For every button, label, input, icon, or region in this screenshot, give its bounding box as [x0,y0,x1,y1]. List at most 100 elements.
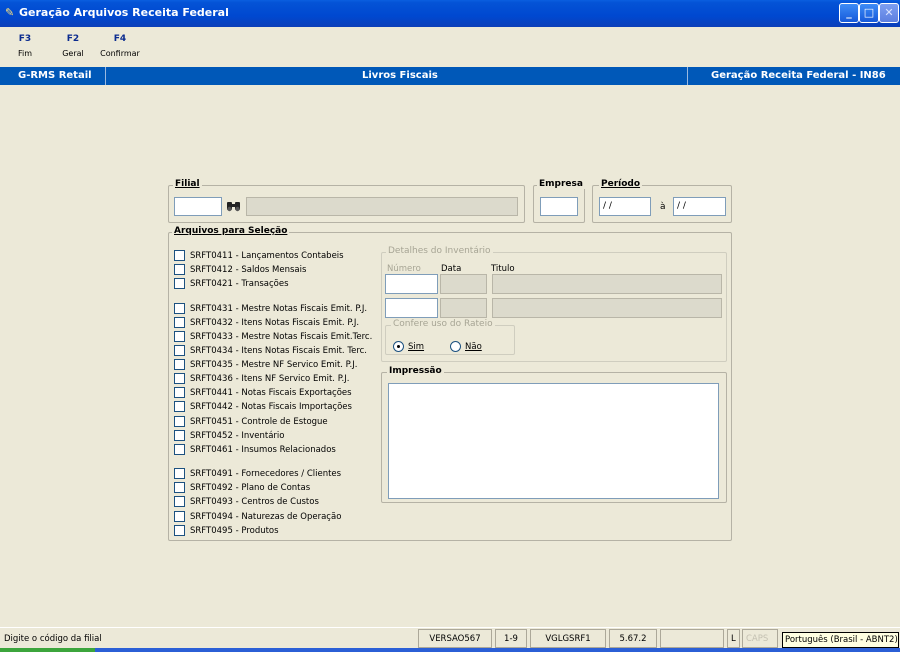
checkbox-srft0461[interactable] [174,444,185,455]
rateio-label: Confere uso do Rateio [391,319,495,329]
inventario-data-1 [440,274,487,294]
module-bar: G-RMS Retail Livros Fiscais Geração Rece… [0,67,900,85]
label-srft0491: SRFT0491 - Fornecedores / Clientes [190,469,342,479]
status-page: 1-9 [495,629,527,648]
f3-label: Fim [17,49,33,58]
maximize-button[interactable]: □ [859,3,879,23]
f4-label: Confirmar [100,49,140,58]
status-message: Digite o código da filial [4,634,102,644]
checkbox-srft0493[interactable] [174,496,185,507]
inventario-numero-2[interactable] [385,298,438,318]
periodo-to-input[interactable]: / / [673,197,726,216]
checkbox-srft0451[interactable] [174,416,185,427]
checkbox-srft0436[interactable] [174,373,185,384]
filial-description-field [246,197,518,216]
label-srft0436: SRFT0436 - Itens NF Servico Emit. P.J. [190,374,350,384]
checkbox-srft0492[interactable] [174,482,185,493]
label-srft0461: SRFT0461 - Insumos Relacionados [190,445,336,455]
label-srft0441: SRFT0441 - Notas Fiscais Exportações [190,388,352,398]
empresa-label: Empresa [537,179,585,189]
module-name: G-RMS Retail [18,70,92,81]
label-srft0432: SRFT0432 - Itens Notas Fiscais Emit. P.J… [190,318,360,328]
periodo-separator: à [660,202,666,212]
checkbox-srft0434[interactable] [174,345,185,356]
status-lock: L [727,629,740,648]
checkbox-srft0441[interactable] [174,387,185,398]
checkbox-srft0421[interactable] [174,278,185,289]
start-button[interactable] [0,648,95,652]
status-caps: CAPS [742,629,778,648]
label-srft0495: SRFT0495 - Produtos [190,526,279,536]
checkbox-srft0411[interactable] [174,250,185,261]
label-srft0411: SRFT0411 - Lançamentos Contabeis [190,251,344,261]
label-srft0434: SRFT0434 - Itens Notas Fiscais Emit. Ter… [190,346,367,356]
f3-fim-button[interactable]: F3 Fim [13,34,37,58]
rateio-nao-label: Não [465,342,482,352]
rateio-sim-label: Sim [408,342,425,352]
binoculars-icon[interactable] [224,197,244,216]
checkbox-srft0433[interactable] [174,331,185,342]
checkbox-srft0435[interactable] [174,359,185,370]
label-srft0435: SRFT0435 - Mestre NF Servico Emit. P.J. [190,360,358,370]
filial-label-text: Filial [175,179,200,189]
status-blank [660,629,724,648]
periodo-label-text: Período [601,179,641,189]
label-srft0421: SRFT0421 - Transações [190,279,289,289]
label-srft0494: SRFT0494 - Naturezas de Operação [190,512,342,522]
col-numero-label: Número [387,264,421,274]
f4-confirmar-button[interactable]: F4 Confirmar [96,34,144,58]
inventario-label: Detalhes do Inventário [386,246,493,256]
label-srft0493: SRFT0493 - Centros de Custos [190,497,319,507]
module-divider [687,67,688,85]
checkbox-srft0432[interactable] [174,317,185,328]
checkbox-srft0494[interactable] [174,511,185,522]
filial-label: Filial [173,179,202,189]
taskbar-strip [0,648,900,652]
inventario-numero-1[interactable] [385,274,438,294]
empresa-input[interactable] [540,197,578,216]
module-area: Livros Fiscais [362,70,438,81]
rateio-sim-radio[interactable] [393,341,404,352]
label-srft0431: SRFT0431 - Mestre Notas Fiscais Emit. P.… [190,304,368,314]
f2-key: F2 [66,34,80,44]
f3-key: F3 [18,34,32,44]
keyboard-layout-tooltip: Português (Brasil - ABNT2) [782,632,899,648]
inventario-titulo-2 [492,298,722,318]
checkbox-srft0495[interactable] [174,525,185,536]
label-srft0433: SRFT0433 - Mestre Notas Fiscais Emit.Ter… [190,332,373,342]
col-data-label: Data [441,264,462,274]
col-titulo-label: Titulo [491,264,515,274]
app-icon: ✎ [5,6,15,19]
inventario-data-2 [440,298,487,318]
rateio-group [385,325,515,355]
f2-label: Geral [62,49,84,58]
minimize-button[interactable]: _ [839,3,859,23]
module-divider [105,67,106,85]
module-screen-title: Geração Receita Federal - IN86 [711,70,886,81]
rateio-nao-radio[interactable] [450,341,461,352]
close-button[interactable]: ✕ [879,3,899,23]
arquivos-label: Arquivos para Seleção [172,226,290,236]
impressao-textarea[interactable] [388,383,719,499]
label-srft0492: SRFT0492 - Plano de Contas [190,483,311,493]
status-bar: Digite o código da filial VERSAO567 1-9 … [0,627,900,648]
checkbox-srft0412[interactable] [174,264,185,275]
checkbox-srft0452[interactable] [174,430,185,441]
checkbox-srft0431[interactable] [174,303,185,314]
checkbox-srft0442[interactable] [174,401,185,412]
inventario-titulo-1 [492,274,722,294]
periodo-from-input[interactable]: / / [599,197,651,216]
filial-code-input[interactable] [174,197,222,216]
f2-geral-button[interactable]: F2 Geral [58,34,88,58]
label-srft0412: SRFT0412 - Saldos Mensais [190,265,307,275]
periodo-label: Período [599,179,643,189]
checkbox-srft0491[interactable] [174,468,185,479]
label-srft0451: SRFT0451 - Controle de Estogue [190,417,328,427]
f4-key: F4 [113,34,127,44]
status-program: VGLGSRF1 [530,629,606,648]
status-build: 5.67.2 [609,629,657,648]
window-title: Geração Arquivos Receita Federal [19,6,229,19]
status-version: VERSAO567 [418,629,492,648]
label-srft0442: SRFT0442 - Notas Fiscais Importações [190,402,352,412]
title-bar: ✎ Geração Arquivos Receita Federal _ □ ✕ [0,0,900,27]
